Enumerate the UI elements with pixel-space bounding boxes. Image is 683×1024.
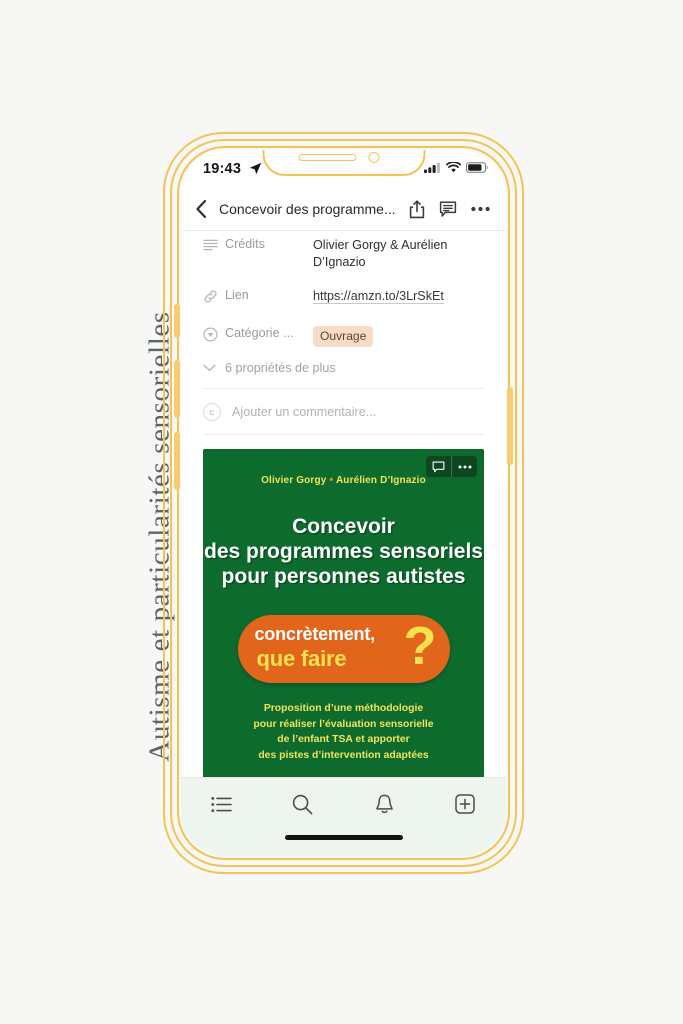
share-icon[interactable] [409,199,425,219]
divider-bottom [203,434,484,435]
page-title: Concevoir des programme... [219,201,396,217]
cover-subtitle: Proposition d’une méthodologie pour réal… [203,701,484,763]
property-label: Catégorie ... [225,326,294,340]
cover-author-separator: • [329,474,334,486]
chevron-left-icon[interactable] [195,199,208,219]
silent-switch-button[interactable] [174,304,180,338]
status-badge[interactable]: Ouvrage [313,326,374,347]
text-lines-icon [203,237,225,256]
more-properties-toggle[interactable]: 6 propriétés de plus [203,361,484,375]
page-content: Crédits Olivier Gorgy & Aurélien D’Ignaz… [181,231,506,777]
location-arrow-icon [249,162,262,175]
tab-bar [181,777,506,830]
cover-subtitle-line-2: pour réaliser l’évaluation sensorielle [253,718,434,730]
add-comment-row[interactable]: C Ajouter un commentaire... [181,389,506,434]
comment-bubble-icon[interactable] [439,200,457,218]
cover-title-line-3: pour personnes autistes [221,565,466,589]
chevron-down-icon [203,361,225,375]
cover-more-button[interactable] [451,456,477,477]
property-value: Olivier Gorgy & Aurélien D’Ignazio [313,238,448,269]
volume-up-button[interactable] [174,360,180,418]
cover-author-right: Aurélien D’Ignazio [335,475,426,487]
cover-title: Concevoir des programmes sensoriels pour… [203,514,484,589]
power-button[interactable] [507,387,513,465]
wifi-icon [446,162,461,173]
tab-notifications[interactable] [344,794,425,815]
bell-icon [375,794,393,813]
cover-comment-button[interactable] [426,456,451,477]
status-bar: 19:43 [181,150,506,188]
phone-frame: 19:43 Concevoir des programme... Crédits… [163,132,524,874]
list-icon [211,796,232,812]
cover-blob-line-1: concrètement, [254,624,376,645]
cover-subtitle-line-1: Proposition d’une méthodologie [263,703,424,715]
cover-author-left: Olivier Gorgy [261,475,327,487]
select-circle-icon [203,326,225,347]
cover-blob-question-mark: ? [403,616,437,677]
home-indicator-bar [284,835,403,840]
comment-input-placeholder[interactable]: Ajouter un commentaire... [232,405,376,419]
nav-actions [409,199,490,219]
tab-list[interactable] [181,796,262,813]
cover-subtitle-line-3: de l’enfant TSA et apporter [277,734,410,746]
search-icon [293,794,313,814]
battery-icon [466,162,488,173]
book-cover-image[interactable]: Olivier Gorgy • Aurélien D’Ignazio Conce… [203,449,484,777]
earpiece-speaker [298,154,356,161]
phone-notch [262,150,425,176]
tab-search[interactable] [262,794,343,815]
property-list: Crédits Olivier Gorgy & Aurélien D’Ignaz… [181,231,506,375]
property-value-badge-wrap: Ouvrage [313,326,484,347]
cellular-bars-icon [424,162,440,173]
avatar: C [203,403,221,421]
status-time: 19:43 [203,161,242,177]
phone-screen: 19:43 Concevoir des programme... Crédits… [181,150,506,856]
cover-callout-blob: concrètement, que faire ? [237,615,450,684]
property-value-link[interactable]: https://amzn.to/3LrSkEt [313,288,484,305]
home-indicator[interactable] [181,830,506,856]
property-row-credits[interactable]: Crédits Olivier Gorgy & Aurélien D’Ignaz… [203,237,484,271]
cover-subtitle-line-4: des pistes d’intervention adaptées [258,749,429,761]
front-camera [368,152,379,163]
tab-create[interactable] [425,794,506,814]
property-label: Crédits [225,237,265,251]
cover-title-line-1: Concevoir [292,515,395,539]
more-properties-label: 6 propriétés de plus [225,361,336,375]
cover-overlay-toolbar [426,456,477,477]
link-icon [203,288,225,309]
cover-title-line-2: des programmes sensoriels [204,540,483,564]
navigation-bar: Concevoir des programme... [181,188,506,231]
property-row-category[interactable]: Catégorie ... Ouvrage [203,326,484,347]
volume-down-button[interactable] [174,432,180,490]
cover-blob-line-2: que faire [256,646,347,672]
property-row-link[interactable]: Lien https://amzn.to/3LrSkEt [203,288,484,309]
ellipsis-icon[interactable] [471,206,490,212]
property-label: Lien [225,288,249,302]
plus-square-icon [455,794,476,814]
